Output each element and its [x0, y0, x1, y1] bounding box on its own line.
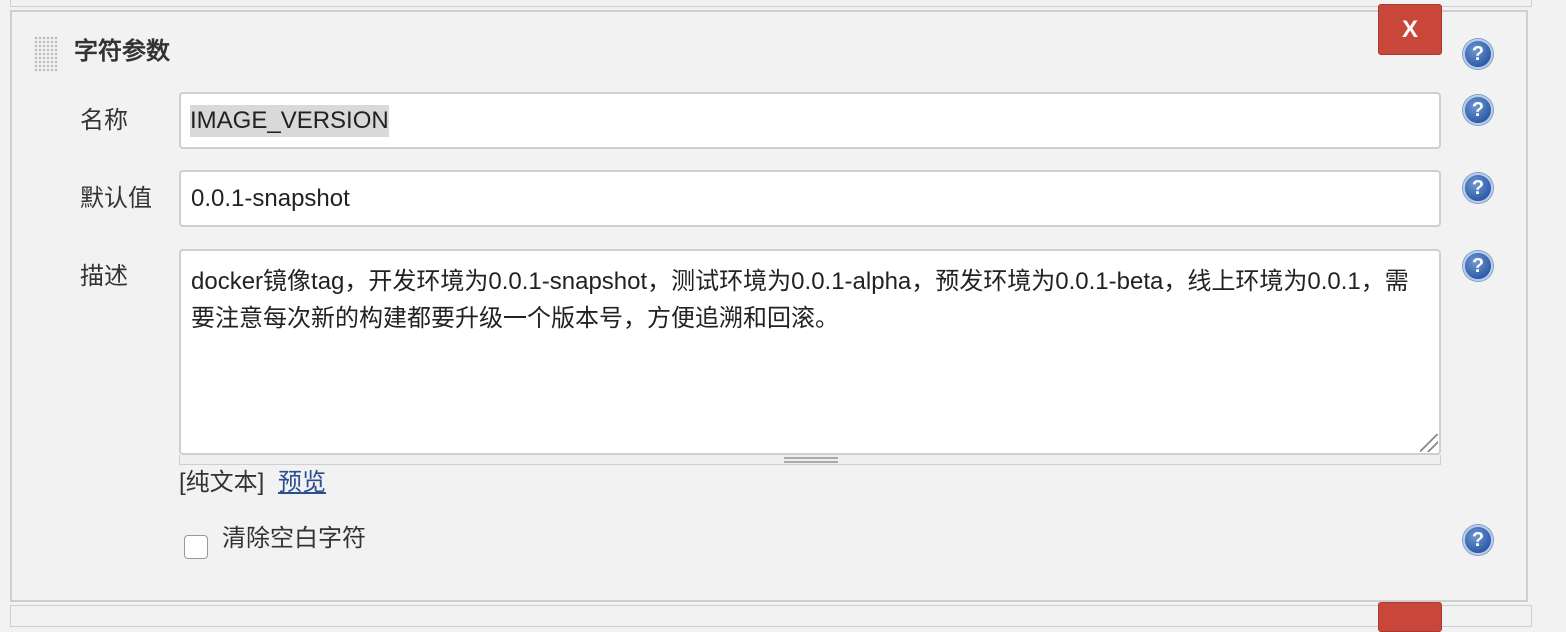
- delete-button[interactable]: X: [1378, 4, 1442, 55]
- trim-whitespace-checkbox[interactable]: [184, 535, 208, 559]
- help-icon[interactable]: ?: [1463, 251, 1493, 281]
- next-section-delete-button[interactable]: [1378, 602, 1442, 632]
- name-input-value: IMAGE_VERSION: [190, 105, 389, 137]
- format-plain-text: [纯文本]: [179, 469, 265, 496]
- help-icon[interactable]: ?: [1463, 39, 1493, 69]
- help-icon[interactable]: ?: [1463, 95, 1493, 125]
- description-label: 描述: [80, 263, 128, 290]
- textarea-resize-handle[interactable]: [1420, 434, 1438, 452]
- name-label: 名称: [80, 107, 128, 134]
- default-value-label: 默认值: [80, 185, 152, 212]
- trim-whitespace-label: 清除空白字符: [222, 525, 366, 552]
- section-title: 字符参数: [74, 38, 170, 65]
- grip-lines-icon: [784, 457, 838, 463]
- help-icon[interactable]: ?: [1463, 173, 1493, 203]
- preview-link[interactable]: 预览: [278, 467, 326, 499]
- previous-section-frame: [10, 0, 1532, 7]
- next-section-frame: [10, 605, 1532, 627]
- description-textarea[interactable]: docker镜像tag，开发环境为0.0.1-snapshot，测试环境为0.0…: [179, 249, 1441, 455]
- help-icon[interactable]: ?: [1463, 525, 1493, 555]
- drag-handle-icon[interactable]: [34, 36, 58, 72]
- default-value-input[interactable]: [179, 170, 1441, 227]
